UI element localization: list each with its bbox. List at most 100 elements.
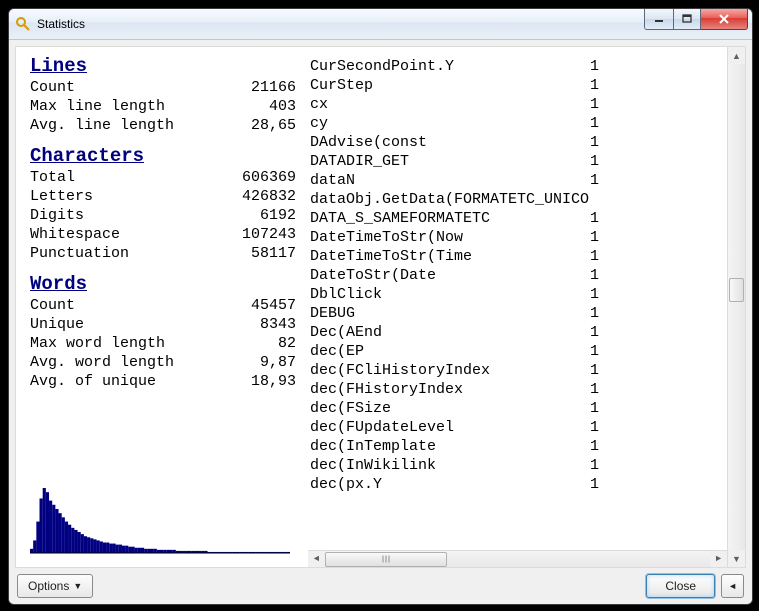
stat-label: Max word length bbox=[30, 334, 165, 353]
v-scroll-track[interactable] bbox=[728, 64, 745, 550]
wordlist-row[interactable]: dataObj.GetData(FORMATETC_UNICODE bbox=[310, 190, 710, 209]
minimize-button[interactable] bbox=[644, 9, 674, 30]
wordlist-count: 1 bbox=[590, 475, 599, 494]
scroll-up-icon[interactable]: ▲ bbox=[728, 47, 745, 64]
characters-section: Characters Total606369Letters426832Digit… bbox=[30, 147, 296, 263]
chevron-down-icon: ▼ bbox=[73, 581, 82, 591]
words-heading: Words bbox=[30, 275, 296, 294]
content-v-scrollbar[interactable]: ▲ ▼ bbox=[727, 47, 745, 567]
triangle-left-icon: ◄ bbox=[728, 581, 737, 591]
close-button[interactable]: Close bbox=[646, 574, 715, 598]
wordlist-count: 1 bbox=[590, 304, 599, 323]
wordlist-row[interactable]: DateTimeToStr(Time1 bbox=[310, 247, 710, 266]
wordlist-row[interactable]: dec(EP1 bbox=[310, 342, 710, 361]
wordlist-row[interactable]: dec(FUpdateLevel1 bbox=[310, 418, 710, 437]
wordlist-row[interactable]: DateTimeToStr(Now1 bbox=[310, 228, 710, 247]
wordlist-word: dec(InWikilink bbox=[310, 456, 590, 475]
close-button-label: Close bbox=[665, 579, 696, 593]
wordlist-row[interactable]: cy1 bbox=[310, 114, 710, 133]
words-section: Words Count45457Unique8343Max word lengt… bbox=[30, 275, 296, 391]
wordlist-row[interactable]: dec(InTemplate1 bbox=[310, 437, 710, 456]
wordlist-count: 1 bbox=[590, 152, 599, 171]
wordlist-row[interactable]: CurStep1 bbox=[310, 76, 710, 95]
wordlist-row[interactable]: dec(InWikilink1 bbox=[310, 456, 710, 475]
wordlist-count: 1 bbox=[590, 399, 599, 418]
scroll-down-icon[interactable]: ▼ bbox=[728, 550, 745, 567]
stat-value: 58117 bbox=[129, 244, 296, 263]
wordlist-word: cy bbox=[310, 114, 590, 133]
word-length-histogram bbox=[30, 485, 290, 555]
maximize-button[interactable] bbox=[674, 9, 701, 30]
v-scroll-thumb[interactable] bbox=[729, 278, 744, 302]
wordlist-row[interactable]: CurSecondPoint.Y1 bbox=[310, 57, 710, 76]
wordlist-row[interactable]: DATA_S_SAMEFORMATETC1 bbox=[310, 209, 710, 228]
titlebar[interactable]: Statistics bbox=[9, 9, 752, 40]
wordlist-row[interactable]: DAdvise(const1 bbox=[310, 133, 710, 152]
stat-value: 21166 bbox=[75, 78, 296, 97]
wordlist-row[interactable]: dataN1 bbox=[310, 171, 710, 190]
stat-label: Count bbox=[30, 78, 75, 97]
scroll-left-icon[interactable]: ◄ bbox=[308, 551, 325, 568]
wordlist-word: CurSecondPoint.Y bbox=[310, 57, 590, 76]
options-button[interactable]: Options ▼ bbox=[17, 574, 93, 598]
stat-value: 403 bbox=[165, 97, 296, 116]
wordlist-row[interactable]: dec(FCliHistoryIndex1 bbox=[310, 361, 710, 380]
stat-value: 6192 bbox=[84, 206, 296, 225]
wordlist-word: DblClick bbox=[310, 285, 590, 304]
wordlist-row[interactable]: Dec(AEnd1 bbox=[310, 323, 710, 342]
stat-value: 606369 bbox=[75, 168, 296, 187]
wordlist-word: DateToStr(Date bbox=[310, 266, 590, 285]
wordlist-count: 1 bbox=[590, 437, 599, 456]
wordlist-count: 1 bbox=[590, 247, 599, 266]
wordlist-count: 1 bbox=[590, 323, 599, 342]
lines-section: Lines Count21166Max line length403Avg. l… bbox=[30, 57, 296, 135]
wordlist-row[interactable]: dec(FHistoryIndex1 bbox=[310, 380, 710, 399]
stat-row: Count21166 bbox=[30, 78, 296, 97]
wordlist-row[interactable]: dec(FSize1 bbox=[310, 399, 710, 418]
wordlist-word: dec(px.Y bbox=[310, 475, 590, 494]
wordlist-row[interactable]: cx1 bbox=[310, 95, 710, 114]
stat-value: 9,87 bbox=[174, 353, 296, 372]
stat-row: Avg. of unique18,93 bbox=[30, 372, 296, 391]
app-icon bbox=[15, 16, 31, 32]
wordlist-row[interactable]: DATADIR_GET1 bbox=[310, 152, 710, 171]
wordlist-word: dec(FUpdateLevel bbox=[310, 418, 590, 437]
buttonbar: Options ▼ Close ◄ bbox=[9, 568, 752, 604]
wordlist-word: dec(FSize bbox=[310, 399, 590, 418]
wordlist-word: dec(FCliHistoryIndex bbox=[310, 361, 590, 380]
h-scroll-track[interactable] bbox=[325, 551, 710, 568]
collapse-button[interactable]: ◄ bbox=[721, 574, 744, 598]
stat-row: Digits6192 bbox=[30, 206, 296, 225]
scroll-right-icon[interactable]: ► bbox=[710, 551, 727, 568]
wordlist-count: 1 bbox=[590, 380, 599, 399]
stat-value: 426832 bbox=[93, 187, 296, 206]
stat-label: Max line length bbox=[30, 97, 165, 116]
wordlist-word: DATA_S_SAMEFORMATETC bbox=[310, 209, 590, 228]
stat-label: Avg. of unique bbox=[30, 372, 156, 391]
options-button-label: Options bbox=[28, 579, 69, 593]
characters-heading: Characters bbox=[30, 147, 296, 166]
close-window-button[interactable] bbox=[701, 9, 748, 30]
wordlist-word: DateTimeToStr(Time bbox=[310, 247, 590, 266]
h-scroll-thumb[interactable] bbox=[325, 552, 447, 567]
wordlist-panel: CurSecondPoint.Y1CurStep1cx1cy1DAdvise(c… bbox=[308, 47, 727, 567]
stat-value: 107243 bbox=[120, 225, 296, 244]
stat-label: Avg. word length bbox=[30, 353, 174, 372]
wordlist-h-scrollbar[interactable]: ◄ ► bbox=[308, 550, 727, 567]
stat-value: 8343 bbox=[84, 315, 296, 334]
stat-row: Avg. word length9,87 bbox=[30, 353, 296, 372]
wordlist-row[interactable]: DEBUG1 bbox=[310, 304, 710, 323]
window-title: Statistics bbox=[37, 17, 644, 31]
stat-label: Count bbox=[30, 296, 75, 315]
wordlist-word: cx bbox=[310, 95, 590, 114]
wordlist-row[interactable]: DateToStr(Date1 bbox=[310, 266, 710, 285]
stat-value: 45457 bbox=[75, 296, 296, 315]
wordlist-count: 1 bbox=[590, 456, 599, 475]
stat-row: Punctuation58117 bbox=[30, 244, 296, 263]
wordlist-count: 1 bbox=[590, 285, 599, 304]
wordlist-row[interactable]: dec(px.Y1 bbox=[310, 475, 710, 494]
wordlist[interactable]: CurSecondPoint.Y1CurStep1cx1cy1DAdvise(c… bbox=[308, 47, 727, 550]
wordlist-row[interactable]: DblClick1 bbox=[310, 285, 710, 304]
stat-value: 18,93 bbox=[156, 372, 296, 391]
stat-label: Digits bbox=[30, 206, 84, 225]
